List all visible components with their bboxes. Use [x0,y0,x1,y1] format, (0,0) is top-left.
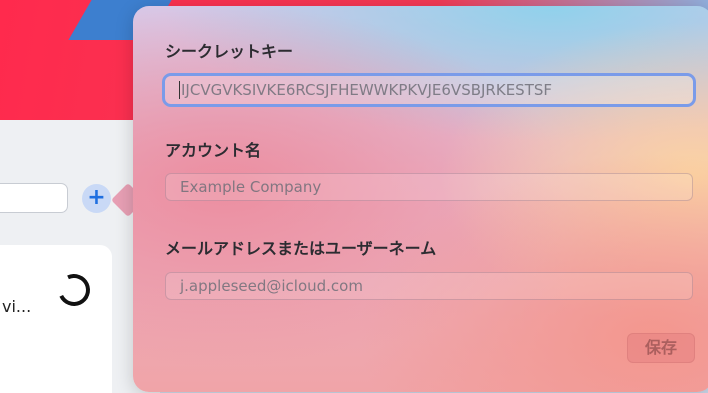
plus-icon: + [87,185,106,210]
account-name-field[interactable]: Example Company [165,173,693,201]
account-card[interactable] [0,245,112,393]
username-label: メールアドレスまたはユーザーネーム [165,239,437,258]
secret-key-label: シークレットキー [165,42,294,61]
search-field[interactable] [0,183,68,213]
add-account-button[interactable]: + [82,184,111,213]
secret-key-field[interactable]: IJCVGVKSIVKE6RCSJFHEWWKPKVJE6VSBJRKESTSF [162,73,696,107]
text-caret [179,81,180,99]
username-placeholder: j.appleseed@icloud.com [180,277,363,295]
account-name-label: アカウント名 [165,141,262,160]
save-button[interactable]: 保存 [627,333,695,363]
username-field[interactable]: j.appleseed@icloud.com [165,272,693,300]
add-code-popover: シークレットキー IJCVGVKSIVKE6RCSJFHEWWKPKVJE6VS… [133,6,708,392]
account-card-label: vi... [2,297,32,316]
secret-key-placeholder: IJCVGVKSIVKE6RCSJFHEWWKPKVJE6VSBJRKESTSF [181,81,553,99]
account-name-placeholder: Example Company [180,178,322,196]
